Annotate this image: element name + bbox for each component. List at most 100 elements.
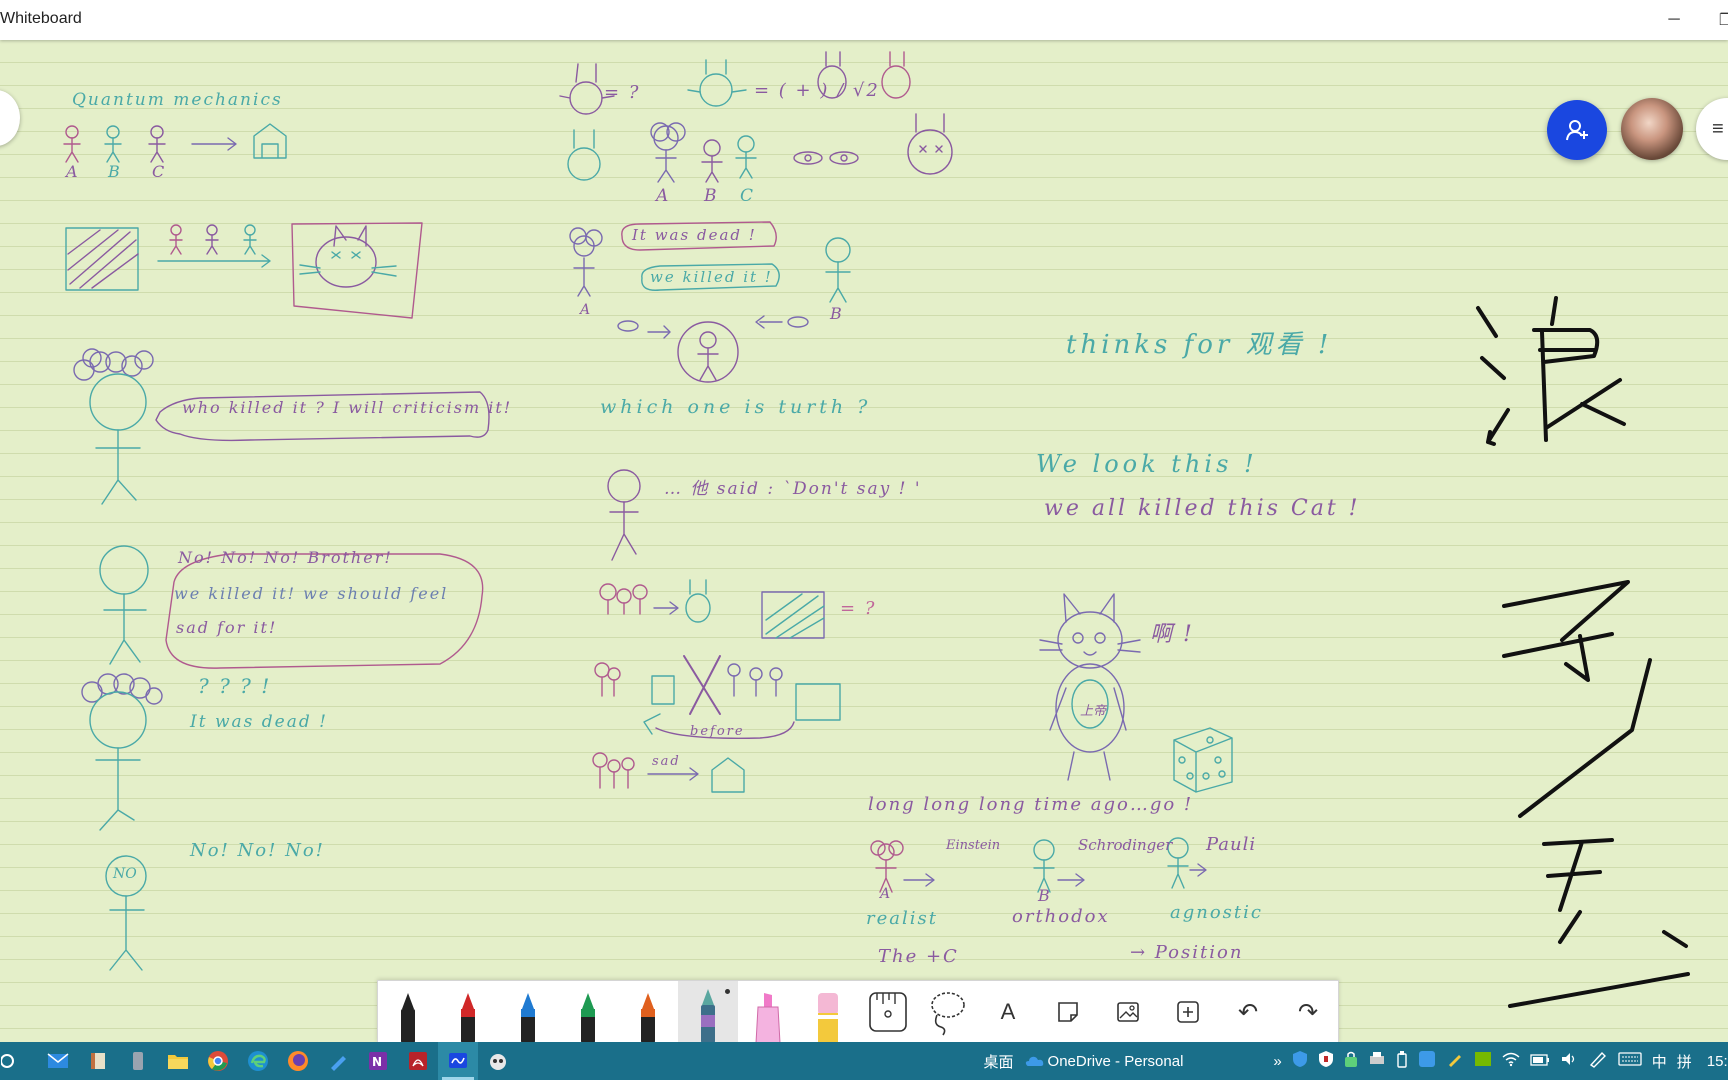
ink-drawings <box>63 51 1690 1008</box>
usb-icon[interactable] <box>1396 1050 1408 1072</box>
whiteboard-canvas[interactable]: Quantum mechanics A B C who killed it ? … <box>0 40 1728 1042</box>
svg-text:N: N <box>372 1055 382 1069</box>
realist-label: realist <box>866 908 938 929</box>
taskbar-explorer[interactable] <box>158 1042 198 1080</box>
minimize-button[interactable]: ─ <box>1654 6 1694 34</box>
ime-mode-indicator[interactable]: 拼 <box>1677 1051 1692 1072</box>
volume-icon[interactable] <box>1560 1051 1578 1071</box>
redo-button[interactable]: ↷ <box>1278 981 1338 1043</box>
label-a: A <box>66 162 80 181</box>
edge-icon <box>248 1051 268 1071</box>
no-no-no: No! No! No! <box>190 840 325 861</box>
tray-chevron[interactable]: » <box>1273 1053 1281 1070</box>
onedrive-status[interactable]: OneDrive - Personal <box>1024 1053 1189 1070</box>
blue-pen-tool[interactable] <box>498 981 558 1043</box>
we-look-this: We look this ! <box>1036 450 1258 478</box>
it-was-dead-left: It was dead ! <box>190 712 328 732</box>
firefox-icon <box>288 1051 308 1071</box>
ah-exclaim: 啊 ! <box>1150 622 1194 647</box>
text-tool-glyph: A <box>1000 999 1016 1024</box>
taskbar-pen-app[interactable] <box>318 1042 358 1080</box>
red-pen-icon <box>461 993 475 1043</box>
nvidia-icon[interactable] <box>1474 1051 1492 1071</box>
sci-label-b: B <box>1038 886 1052 905</box>
ime-indicator[interactable]: 中 <box>1652 1051 1667 1072</box>
einstein-label: Einstein <box>946 838 1001 853</box>
add-tool[interactable] <box>1158 981 1218 1043</box>
taskbar-acrobat[interactable] <box>398 1042 438 1080</box>
green-pen-icon <box>581 993 595 1043</box>
text-tool[interactable]: A <box>978 981 1038 1043</box>
bot-icon <box>490 1054 506 1070</box>
printer-icon[interactable] <box>1368 1051 1386 1071</box>
eraser-icon <box>818 993 838 1043</box>
we-all-killed: we all killed this Cat ! <box>1044 496 1361 521</box>
galaxy-pen-icon <box>701 989 715 1043</box>
image-tool[interactable] <box>1098 981 1158 1043</box>
search-button[interactable] <box>0 1042 20 1080</box>
taskbar: N 桌面 OneDrive - Personal » 中 拼 15: <box>0 1042 1728 1080</box>
keyboard-icon[interactable] <box>1618 1052 1642 1070</box>
ruler-tool[interactable] <box>858 981 918 1043</box>
wifi-icon[interactable] <box>1502 1051 1520 1071</box>
taskbar-chrome[interactable] <box>198 1042 238 1080</box>
schrodinger-label: Schrodinger <box>1078 836 1173 854</box>
no-label: NO <box>113 866 137 882</box>
restore-button[interactable]: ❐ <box>1706 6 1728 34</box>
highlighter-tool[interactable] <box>738 981 798 1043</box>
onenote-icon: N <box>369 1052 387 1070</box>
undo-button[interactable]: ↶ <box>1218 981 1278 1043</box>
mid-label-a: A <box>656 186 671 206</box>
orange-pen-tool[interactable] <box>618 981 678 1043</box>
chrome-icon <box>208 1051 228 1071</box>
taskbar-firefox[interactable] <box>278 1042 318 1080</box>
taskbar-app13[interactable] <box>478 1042 518 1080</box>
system-tray: 桌面 OneDrive - Personal » 中 拼 15: <box>979 1042 1728 1080</box>
green-pen-tool[interactable] <box>558 981 618 1043</box>
ruler-icon <box>869 992 907 1032</box>
mid-label-b2: B <box>830 304 844 323</box>
pen-tray-icon[interactable] <box>1446 1050 1464 1072</box>
security-icon[interactable] <box>1344 1050 1358 1072</box>
invite-button[interactable] <box>1547 100 1607 160</box>
mid-we-killed: we killed it ! <box>650 268 773 286</box>
app-tray-icon[interactable] <box>1418 1050 1436 1072</box>
onedrive-label: OneDrive - Personal <box>1047 1052 1184 1070</box>
add-icon <box>1177 1001 1199 1023</box>
notebook-icon <box>91 1053 105 1069</box>
lasso-tool[interactable] <box>918 981 978 1043</box>
highlighter-icon <box>755 993 781 1043</box>
blue-pen-icon <box>521 993 535 1043</box>
pen-workspace-icon[interactable] <box>1588 1050 1608 1072</box>
eq-question: = ? <box>840 598 877 619</box>
eraser-tool[interactable] <box>798 981 858 1043</box>
defender-icon[interactable] <box>1318 1050 1334 1072</box>
black-pen-tool[interactable] <box>378 981 438 1043</box>
taskbar-onenote[interactable]: N <box>358 1042 398 1080</box>
shield-icon[interactable] <box>1292 1050 1308 1072</box>
folder-icon <box>168 1055 188 1069</box>
user-avatar[interactable] <box>1621 98 1683 160</box>
eq-superposition: = ( + ) / √2 <box>754 80 880 101</box>
clock[interactable]: 15:0 <box>1707 1053 1728 1070</box>
bubble-no-brother: No! No! No! Brother! <box>178 548 393 567</box>
pencil-icon <box>331 1056 346 1071</box>
desktop-label[interactable]: 桌面 <box>984 1051 1014 1072</box>
taskbar-app3[interactable] <box>118 1042 158 1080</box>
cat-belly-text: 上帝 <box>1080 704 1107 719</box>
galaxy-pen-tool[interactable] <box>678 981 738 1043</box>
selected-dot <box>725 989 730 994</box>
mid-label-a2: A <box>580 302 593 318</box>
search-circle-icon <box>1 1054 14 1068</box>
taskbar-app2[interactable] <box>78 1042 118 1080</box>
title-bar: Whiteboard ─ ❐ <box>0 0 1728 40</box>
taskbar-mail[interactable] <box>38 1042 78 1080</box>
sticky-note-tool[interactable] <box>1038 981 1098 1043</box>
image-icon <box>1117 1002 1139 1022</box>
bubble-we-killed: we killed it! we should feel <box>174 584 449 603</box>
taskbar-whiteboard[interactable] <box>438 1042 478 1080</box>
red-pen-tool[interactable] <box>438 981 498 1043</box>
battery-icon[interactable] <box>1530 1053 1550 1070</box>
bubble-who-killed: who killed it ? I will criticism it! <box>182 398 513 417</box>
taskbar-edge[interactable] <box>238 1042 278 1080</box>
